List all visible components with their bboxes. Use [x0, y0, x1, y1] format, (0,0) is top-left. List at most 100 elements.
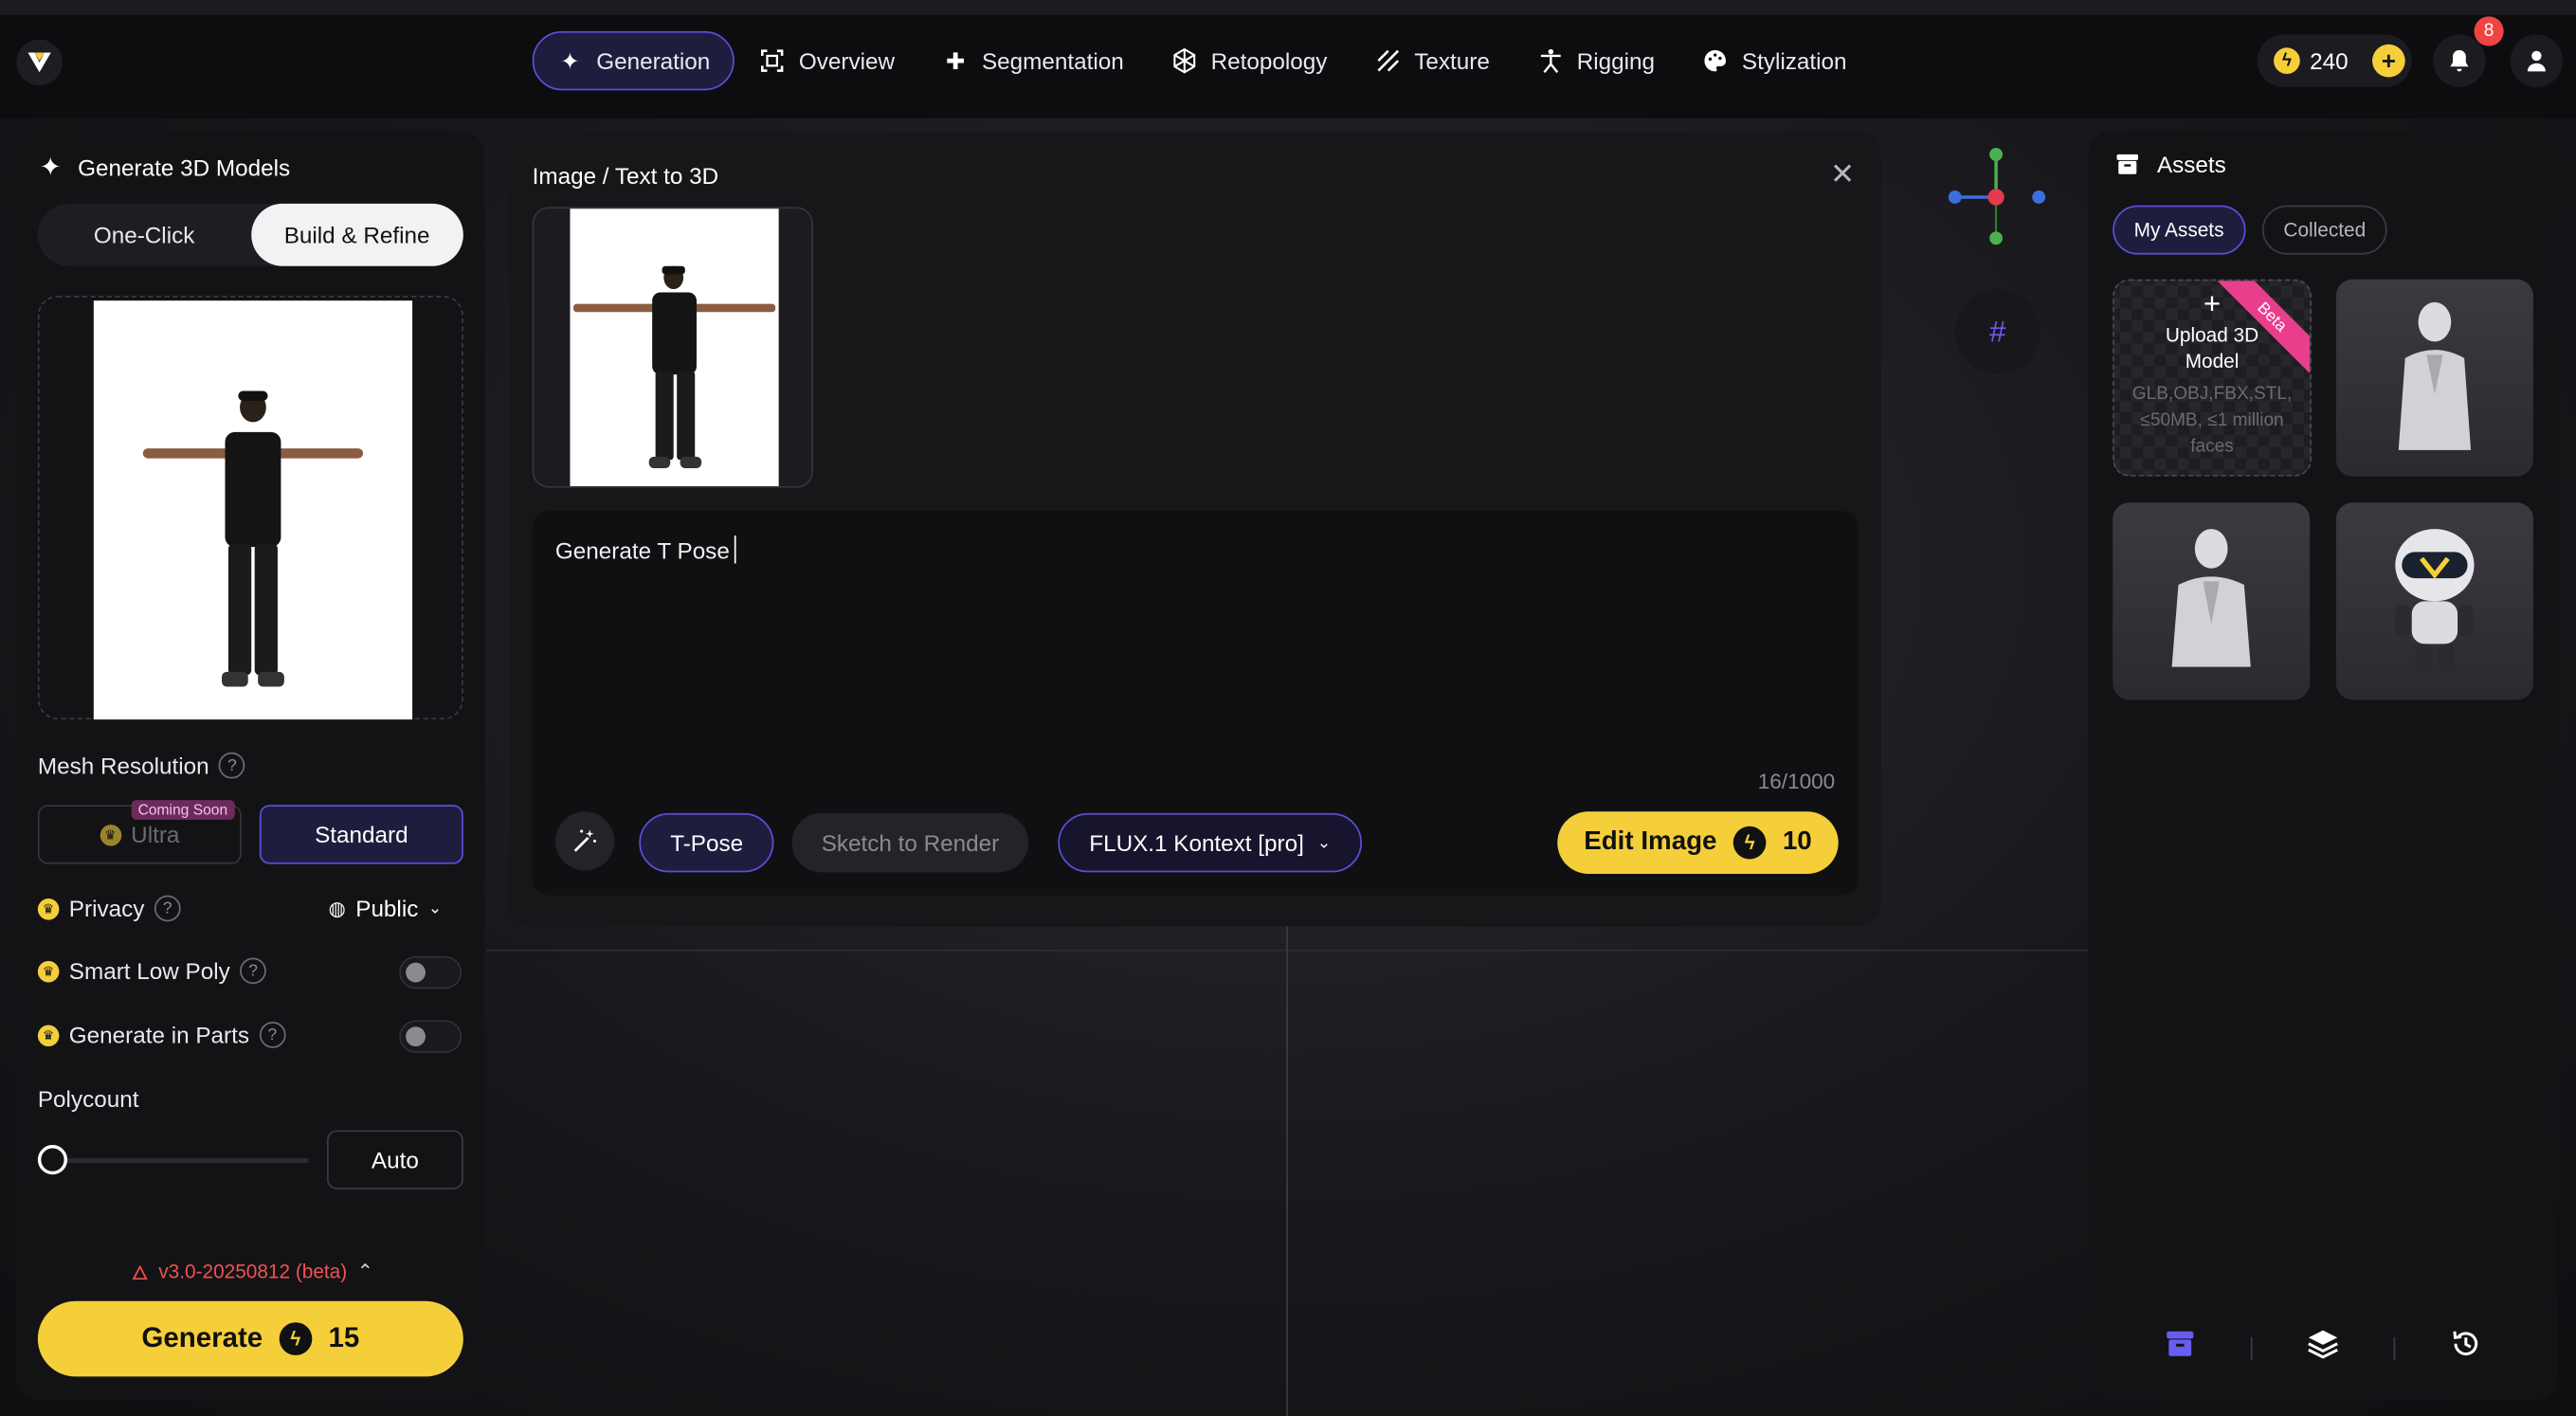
add-credits-button[interactable]: + — [2372, 44, 2405, 78]
nav-label: Texture — [1414, 47, 1490, 74]
assets-title-text: Assets — [2156, 151, 2226, 178]
text-caret — [735, 536, 736, 564]
privacy-label: Privacy — [68, 895, 145, 922]
sketch-to-render-chip[interactable]: Sketch to Render — [791, 812, 1029, 873]
app-logo[interactable] — [16, 39, 63, 86]
asset-thumbnail[interactable] — [2113, 502, 2311, 700]
sparkle-icon: ✦ — [39, 154, 62, 183]
crown-icon: ♛ — [37, 960, 60, 982]
tab-my-assets[interactable]: My Assets — [2113, 205, 2246, 255]
notification-badge: 8 — [2474, 16, 2504, 46]
layers-icon[interactable] — [2307, 1327, 2340, 1368]
upload-3d-model-card[interactable]: Beta + Upload 3D Model GLB,OBJ,FBX,STL, … — [2113, 279, 2312, 477]
flame-icon: 🜂 — [131, 1262, 149, 1285]
help-icon[interactable]: ? — [154, 895, 181, 922]
polyhedron-icon — [1171, 47, 1198, 74]
assets-footer — [2088, 1327, 2558, 1368]
chevron-up-icon: ⌃ — [356, 1259, 374, 1282]
generate-in-parts-toggle[interactable] — [399, 1020, 463, 1053]
generate-label: Generate — [141, 1322, 263, 1354]
nav-retopology[interactable]: Retopology — [1149, 31, 1351, 90]
generate-in-parts-row: ♛ Generate in Parts ? — [37, 1022, 286, 1048]
help-icon[interactable]: ? — [240, 957, 266, 985]
notifications-button[interactable] — [2433, 34, 2486, 87]
chevron-down-icon: ⌄ — [427, 899, 443, 917]
model-select-value: FLUX.1 Kontext [pro] — [1089, 829, 1304, 856]
nav-segmentation[interactable]: ✚ Segmentation — [919, 31, 1147, 90]
smart-low-poly-toggle[interactable] — [399, 955, 463, 989]
nav-texture[interactable]: Texture — [1351, 31, 1513, 90]
nav-label: Stylization — [1741, 47, 1847, 74]
polycount-auto-button[interactable]: Auto — [326, 1130, 463, 1189]
panel-title: ✦ Generate 3D Models — [40, 151, 291, 184]
asset-thumbnail[interactable] — [2335, 502, 2533, 700]
edit-image-button[interactable]: Edit Image ϟ 10 — [1557, 811, 1839, 875]
uploaded-image — [93, 300, 413, 720]
privacy-dropdown[interactable]: ◍ Public ⌄ — [329, 896, 443, 922]
polycount-slider-thumb[interactable] — [37, 1145, 68, 1175]
assets-panel: Assets My Assets Collected Beta + Upload… — [2088, 131, 2558, 1400]
grid-icon: # — [1989, 314, 2006, 348]
main-nav: ✦ Generation Overview ✚ Segmentation Ret… — [532, 30, 1872, 91]
asset-thumbnail[interactable] — [2335, 279, 2533, 477]
close-icon[interactable]: ✕ — [1830, 157, 1855, 191]
top-bar: ✦ Generation Overview ✚ Segmentation Ret… — [0, 0, 2576, 118]
magic-wand-icon — [573, 829, 597, 852]
coming-soon-badge: Coming Soon — [131, 800, 235, 820]
history-icon[interactable] — [2449, 1327, 2482, 1368]
smart-low-poly-row: ♛ Smart Low Poly ? — [37, 957, 266, 985]
reference-thumbnail[interactable] — [532, 207, 814, 488]
mesh-resolution-row: Mesh Resolution ? — [37, 752, 245, 779]
prompt-value: Generate T Pose — [554, 536, 730, 564]
magic-wand-button[interactable] — [554, 811, 615, 871]
standard-button[interactable]: Standard — [259, 805, 463, 864]
bust-model — [2398, 301, 2472, 450]
polycount-row: Polycount — [38, 1086, 139, 1113]
privacy-row: ♛ Privacy ? — [37, 895, 181, 922]
help-icon[interactable]: ? — [259, 1022, 286, 1048]
upload-hint: GLB,OBJ,FBX,STL, ≤50MB, ≤1 million faces — [2132, 384, 2293, 457]
generate-button[interactable]: Generate ϟ 15 — [37, 1300, 463, 1377]
smart-low-poly-label: Smart Low Poly — [68, 957, 230, 985]
prompt-textarea[interactable]: Generate T Pose 16/1000 T-Pose Sketch to… — [532, 511, 1859, 896]
model-select[interactable]: FLUX.1 Kontext [pro] ⌄ — [1058, 812, 1363, 873]
nav-label: Overview — [798, 47, 896, 74]
footer-divider — [2251, 1335, 2253, 1360]
footer-divider — [2393, 1335, 2395, 1360]
tab-collected[interactable]: Collected — [2261, 205, 2387, 255]
prompt-text: Generate T Pose — [554, 536, 736, 564]
edit-cost: 10 — [1782, 827, 1812, 856]
nav-overview[interactable]: Overview — [736, 31, 917, 90]
version-selector[interactable]: 🜂 v3.0-20250812 (beta) ⌃ — [132, 1250, 373, 1291]
bolt-icon: ϟ — [2274, 47, 2300, 74]
top-strip — [0, 0, 2576, 15]
crown-icon: ♛ — [100, 824, 121, 845]
credits-count: 240 — [2310, 47, 2349, 74]
mode-build-refine[interactable]: Build & Refine — [250, 203, 463, 266]
t-pose-chip[interactable]: T-Pose — [639, 812, 775, 873]
nav-generation[interactable]: ✦ Generation — [532, 30, 735, 91]
help-icon[interactable]: ? — [219, 752, 245, 779]
profile-button[interactable] — [2510, 34, 2564, 87]
nav-rigging[interactable]: Rigging — [1515, 31, 1678, 90]
mesh-resolution-label: Mesh Resolution — [37, 752, 209, 779]
axis-gizmo[interactable] — [1938, 145, 2053, 250]
version-label: v3.0-20250812 (beta) — [158, 1259, 348, 1282]
robot-model — [2395, 529, 2475, 674]
polycount-slider-track[interactable] — [52, 1157, 309, 1164]
figure-icon — [1537, 47, 1564, 74]
bust-model — [2171, 529, 2251, 667]
grid-toggle-button[interactable]: # — [1954, 289, 2041, 375]
mode-switch: One-Click Build & Refine — [37, 203, 463, 266]
scan-icon — [759, 47, 786, 74]
privacy-value: Public — [355, 895, 419, 922]
sparkle-icon: ✦ — [560, 46, 580, 74]
nav-stylization[interactable]: Stylization — [1679, 31, 1870, 90]
image-edit-dialog: Image / Text to 3D ✕ Generate T Pose 16/… — [509, 131, 1881, 927]
archive-icon[interactable] — [2165, 1327, 2198, 1368]
archive-icon — [2116, 154, 2139, 174]
bell-icon — [2450, 49, 2469, 72]
nav-label: Generation — [596, 47, 711, 74]
image-upload-area[interactable] — [37, 295, 463, 720]
mode-one-click[interactable]: One-Click — [38, 204, 250, 266]
